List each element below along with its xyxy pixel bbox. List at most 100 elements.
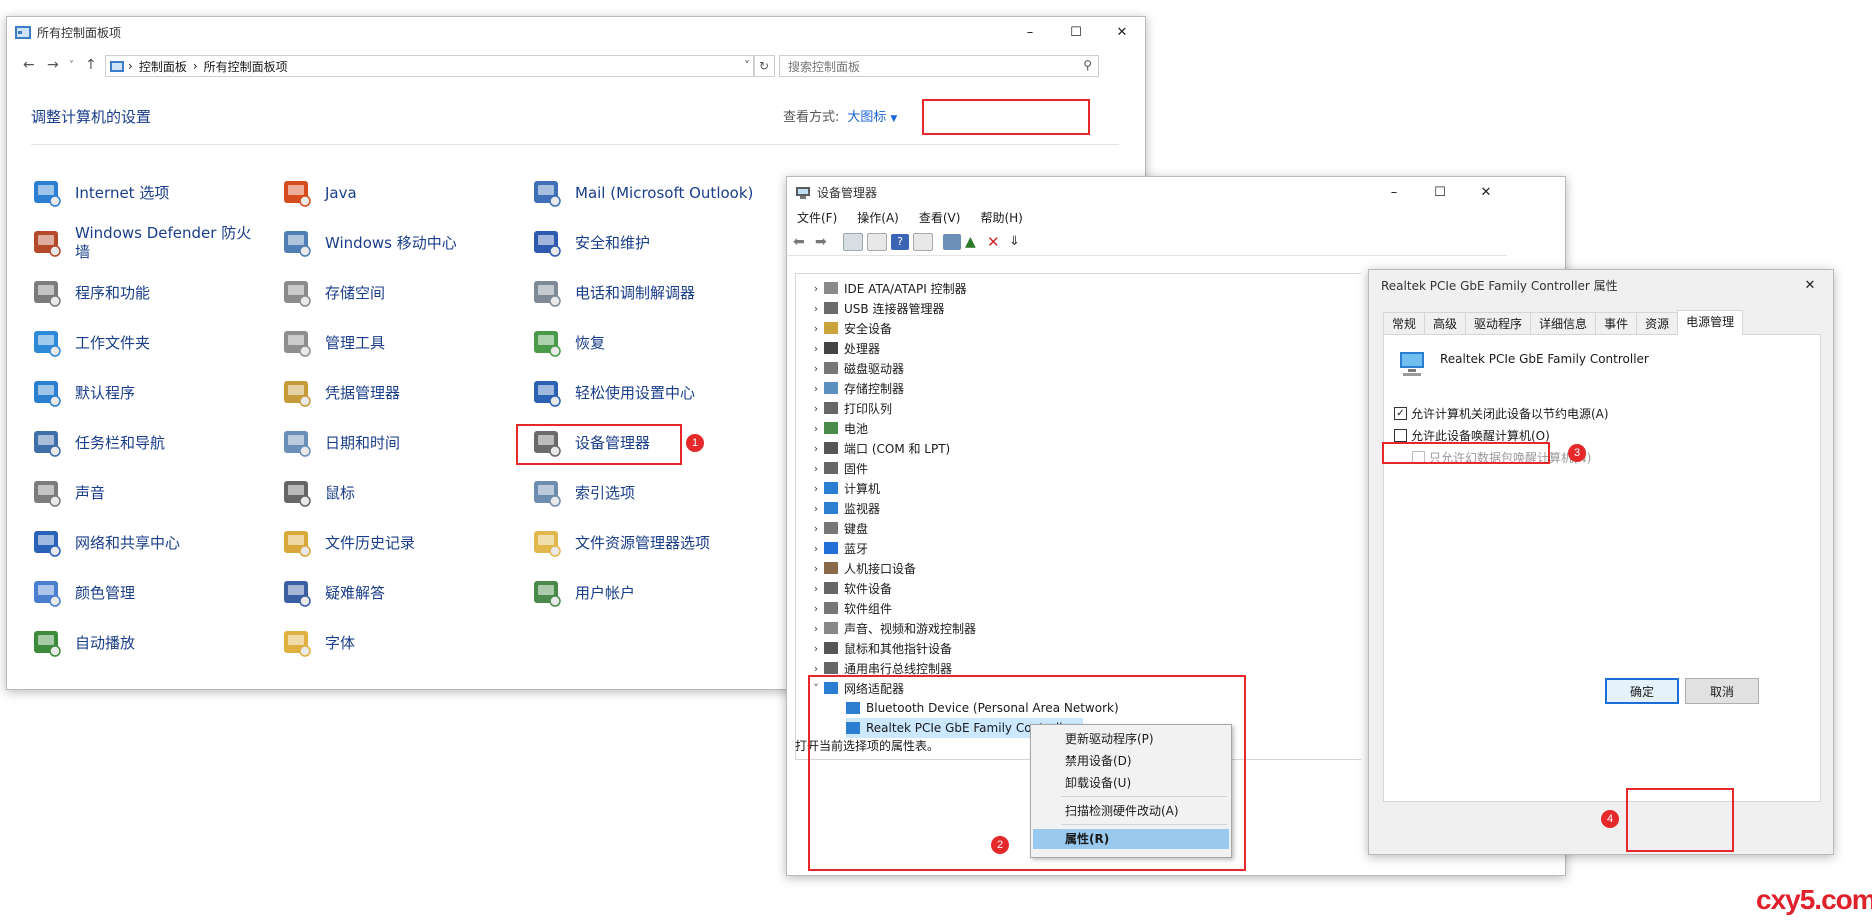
cp-item-recovery[interactable]: 恢复 (531, 325, 605, 361)
checkbox-unchecked-icon[interactable] (1394, 429, 1407, 442)
cp-item-mobility-center[interactable]: Windows 移动中心 (281, 225, 457, 261)
search-icon[interactable]: ⚲ (1083, 58, 1092, 72)
tree-node-category[interactable]: › IDE ATA/ATAPI 控制器 (808, 278, 967, 298)
cp-item-default-programs[interactable]: 默认程序 (31, 375, 135, 411)
chevron-right-icon[interactable]: › (808, 402, 824, 415)
close-button[interactable]: ✕ (1463, 177, 1509, 207)
cp-item-globe[interactable]: Internet 选项 (31, 175, 169, 211)
cp-item-network[interactable]: 网络和共享中心 (31, 525, 180, 561)
chevron-right-icon[interactable]: › (808, 342, 824, 355)
tree-node-category[interactable]: › 监视器 (808, 498, 880, 518)
cp-item-folder[interactable]: 工作文件夹 (31, 325, 150, 361)
cp-item-credential[interactable]: 凭据管理器 (281, 375, 400, 411)
chevron-right-icon[interactable]: › (808, 282, 824, 295)
tree-node-category[interactable]: › 电池 (808, 418, 868, 438)
tree-node-category[interactable]: › 人机接口设备 (808, 558, 916, 578)
chevron-right-icon[interactable]: › (808, 502, 824, 515)
refresh-icon[interactable]: ↻ (753, 55, 775, 77)
tab-general[interactable]: 常规 (1383, 312, 1426, 334)
chevron-right-icon[interactable]: › (808, 602, 824, 615)
chevron-right-icon[interactable]: › (808, 642, 824, 655)
cp-item-mouse[interactable]: 鼠标 (281, 475, 355, 511)
cp-item-fonts[interactable]: 字体 (281, 625, 355, 661)
cp-item-storage[interactable]: 存储空间 (281, 275, 385, 311)
dropdown-arrow-icon[interactable]: ▼ (890, 114, 897, 124)
cp-item-mail[interactable]: Mail (Microsoft Outlook) (531, 175, 753, 211)
minimize-button[interactable]: – (1007, 17, 1053, 47)
context-properties[interactable]: 属性(R) (1033, 829, 1229, 849)
context-uninstall-device[interactable]: 卸载设备(U) (1033, 773, 1229, 793)
breadcrumb-control-panel[interactable]: 控制面板 (139, 58, 187, 75)
chevron-right-icon[interactable]: › (808, 462, 824, 475)
forward-arrow-icon[interactable]: → (47, 57, 59, 73)
chevron-right-icon[interactable]: › (808, 422, 824, 435)
tree-node-category[interactable]: › 软件组件 (808, 598, 892, 618)
chevron-right-icon[interactable]: › (808, 302, 824, 315)
tree-node-category[interactable]: › 计算机 (808, 478, 880, 498)
scan-hardware-icon[interactable] (943, 234, 961, 250)
chevron-right-icon[interactable]: › (808, 522, 824, 535)
chevron-right-icon[interactable]: › (808, 622, 824, 635)
cp-item-phone[interactable]: 电话和调制解调器 (531, 275, 695, 311)
chevron-right-icon[interactable]: › (808, 562, 824, 575)
properties-icon[interactable] (867, 233, 887, 251)
enable-device-icon[interactable]: ⇓ (1009, 234, 1027, 250)
maximize-button[interactable]: ☐ (1417, 177, 1463, 207)
menu-action[interactable]: 操作(A) (847, 207, 909, 229)
chevron-right-icon[interactable]: › (808, 482, 824, 495)
address-dropdown-icon[interactable]: ˅ (744, 59, 750, 73)
back-arrow-icon[interactable]: ⬅ (793, 234, 811, 250)
context-scan-hardware[interactable]: 扫描检测硬件改动(A) (1033, 801, 1229, 821)
view-by-dropdown[interactable]: 大图标 (847, 110, 886, 125)
cp-item-users[interactable]: 用户帐户 (531, 575, 635, 611)
ok-button[interactable]: 确定 (1605, 678, 1679, 704)
chevron-right-icon[interactable]: › (808, 362, 824, 375)
tree-node-category[interactable]: › 安全设备 (808, 318, 892, 338)
tree-node-category[interactable]: › 端口 (COM 和 LPT) (808, 438, 950, 458)
cp-item-programs[interactable]: 程序和功能 (31, 275, 150, 311)
tree-node-category[interactable]: › 存储控制器 (808, 378, 904, 398)
cp-item-index[interactable]: 索引选项 (531, 475, 635, 511)
up-arrow-icon[interactable]: ↑ (85, 57, 97, 73)
back-arrow-icon[interactable]: ← (23, 57, 35, 73)
chevron-right-icon[interactable]: › (808, 442, 824, 455)
tab-power-management[interactable]: 电源管理 (1677, 310, 1744, 335)
search-input[interactable]: 搜索控制面板 ⚲ (779, 55, 1099, 77)
context-update-driver[interactable]: 更新驱动程序(P) (1033, 729, 1229, 749)
maximize-button[interactable]: ☐ (1053, 17, 1099, 47)
chevron-right-icon[interactable]: › (808, 322, 824, 335)
recent-chevron-icon[interactable]: ˅ (69, 60, 74, 71)
context-disable-device[interactable]: 禁用设备(D) (1033, 751, 1229, 771)
menu-help[interactable]: 帮助(H) (970, 207, 1032, 229)
tree-node-category[interactable]: › 软件设备 (808, 578, 892, 598)
show-hide-console-icon[interactable] (843, 233, 863, 251)
cp-item-explorer-options[interactable]: 文件资源管理器选项 (531, 525, 710, 561)
tree-node-category[interactable]: › 固件 (808, 458, 868, 478)
menu-file[interactable]: 文件(F) (787, 207, 847, 229)
tab-driver[interactable]: 驱动程序 (1465, 312, 1532, 334)
cp-item-flag[interactable]: 安全和维护 (531, 225, 650, 261)
chevron-right-icon[interactable]: › (808, 382, 824, 395)
cp-item-taskbar[interactable]: 任务栏和导航 (31, 425, 165, 461)
tree-node-category[interactable]: › 打印队列 (808, 398, 892, 418)
tree-node-category[interactable]: › 声音、视频和游戏控制器 (808, 618, 976, 638)
tab-advanced[interactable]: 高级 (1424, 312, 1467, 334)
cp-item-ease-of-access[interactable]: 轻松使用设置中心 (531, 375, 695, 411)
tree-node-category[interactable]: › USB 连接器管理器 (808, 298, 945, 318)
cp-item-java[interactable]: Java (281, 175, 357, 211)
cp-item-color[interactable]: 颜色管理 (31, 575, 135, 611)
cp-item-clock[interactable]: 日期和时间 (281, 425, 400, 461)
view-icon[interactable] (913, 233, 933, 251)
tree-node-category[interactable]: › 鼠标和其他指针设备 (808, 638, 952, 658)
breadcrumb-all-items[interactable]: 所有控制面板项 (204, 58, 288, 75)
close-button[interactable]: ✕ (1787, 270, 1833, 300)
help-icon[interactable]: ? (891, 234, 909, 250)
cp-item-troubleshoot[interactable]: 疑难解答 (281, 575, 385, 611)
tree-node-category[interactable]: › 处理器 (808, 338, 880, 358)
cp-item-admin-tools[interactable]: 管理工具 (281, 325, 385, 361)
tree-node-category[interactable]: › 键盘 (808, 518, 868, 538)
tree-node-category[interactable]: › 蓝牙 (808, 538, 868, 558)
close-button[interactable]: ✕ (1099, 17, 1145, 47)
cp-item-speaker[interactable]: 声音 (31, 475, 105, 511)
cp-item-firewall[interactable]: Windows Defender 防火墙 (31, 224, 255, 261)
